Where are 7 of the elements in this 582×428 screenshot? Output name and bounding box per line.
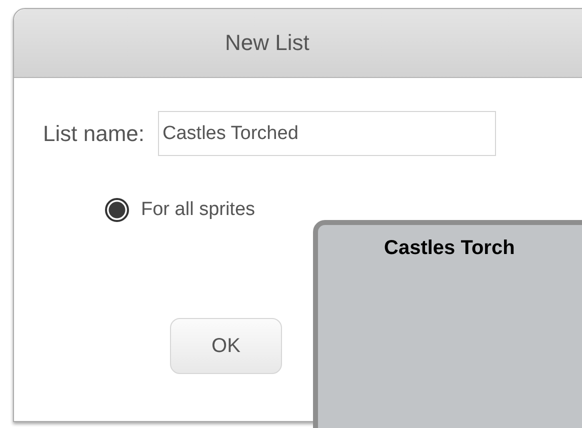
field-label: List name: — [43, 120, 144, 146]
list-name-field[interactable]: Castles Torched — [158, 111, 496, 156]
list-monitor-title: Castles Torch — [384, 237, 515, 259]
radio-label: For all sprites — [141, 199, 256, 221]
radio-button[interactable] — [105, 198, 129, 222]
ok-button[interactable]: OK — [170, 318, 282, 374]
dialog-title: New List — [225, 30, 310, 56]
